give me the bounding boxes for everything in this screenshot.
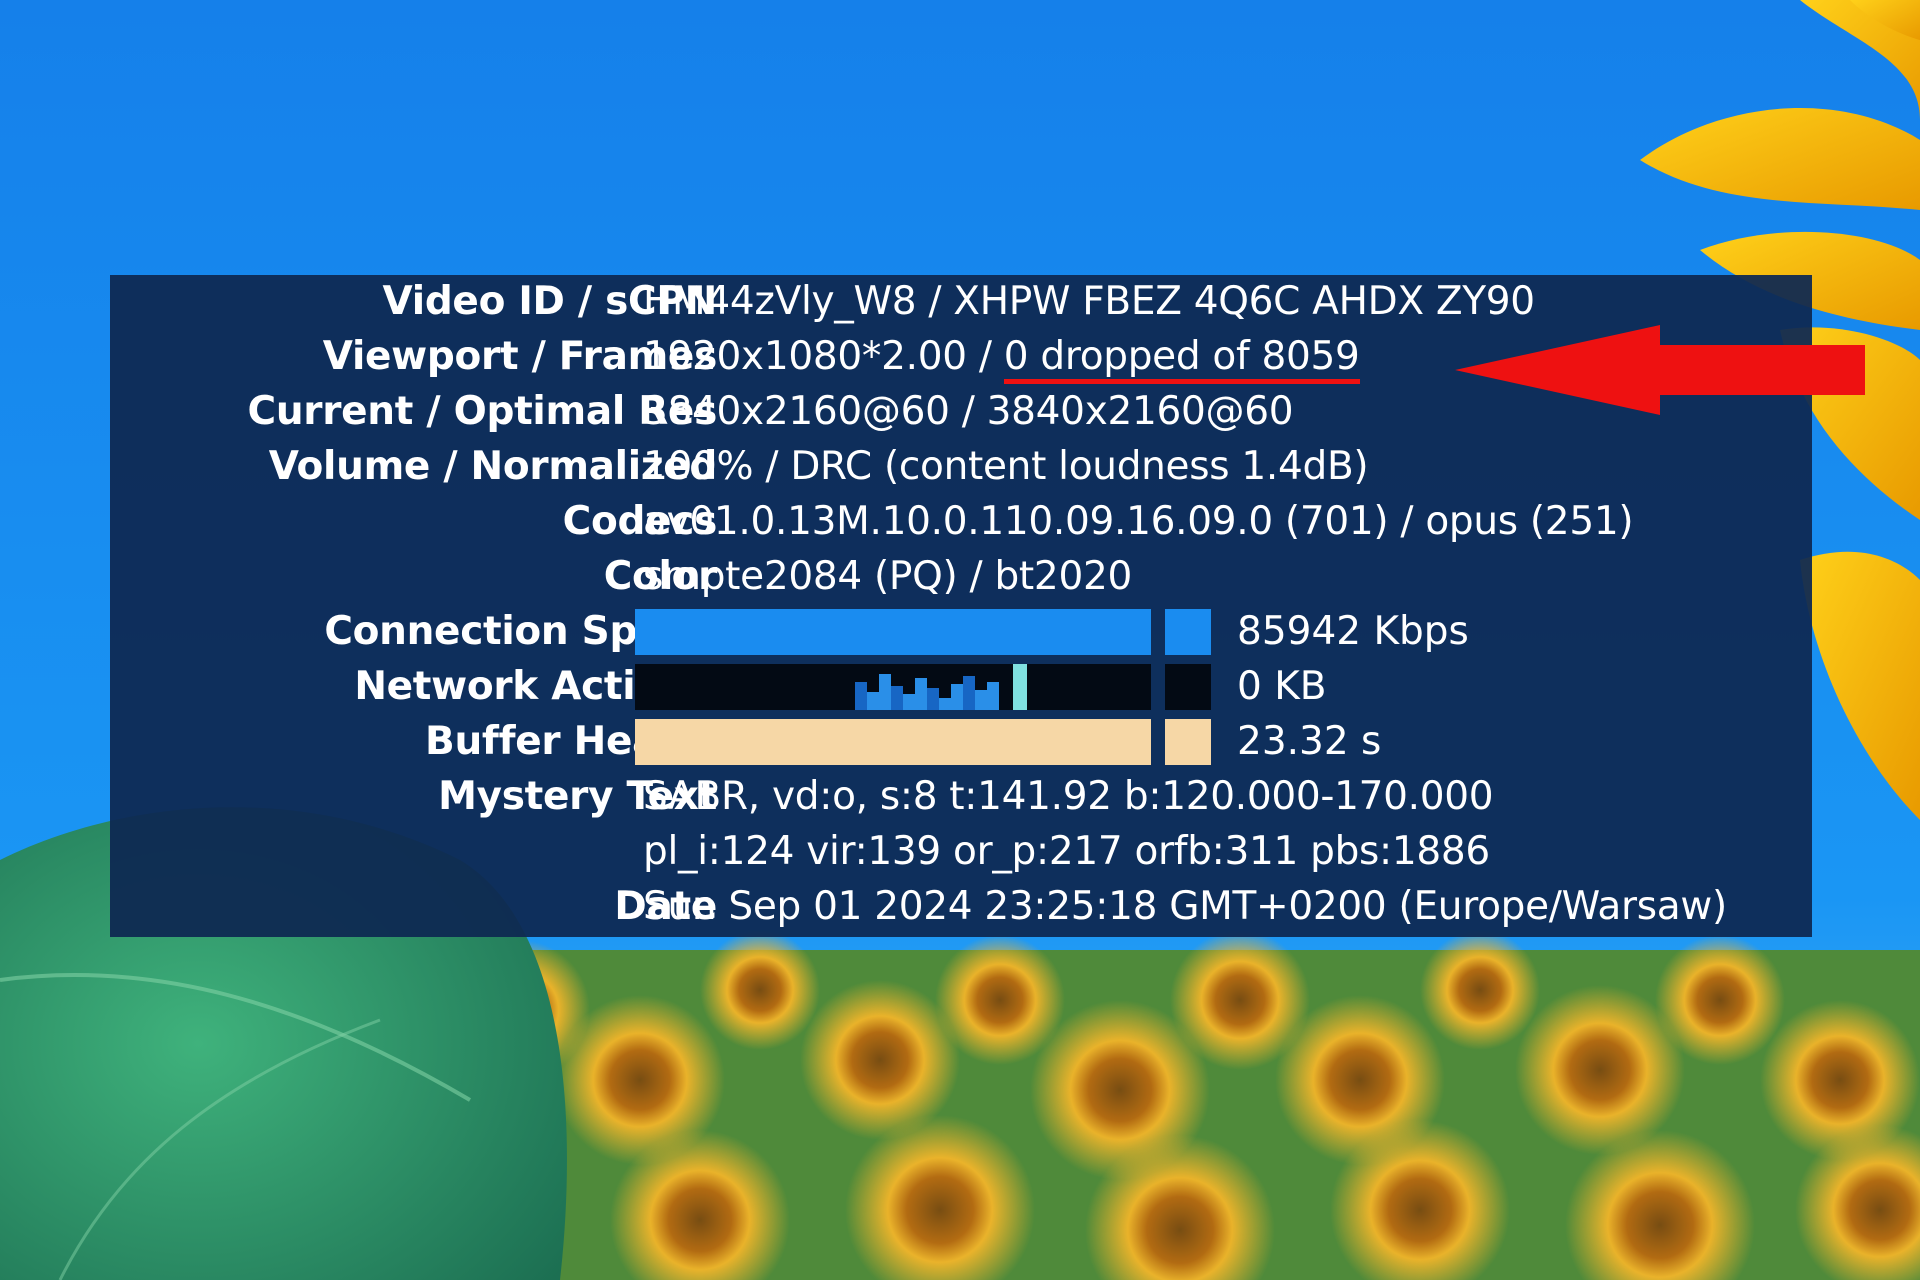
graph-current — [1165, 664, 1211, 710]
stat-value: 100% / DRC (content loudness 1.4dB) — [643, 444, 1369, 489]
stat-row-mystery-text-line-2: pl_i:124 vir:139 or_p:217 orfb:311 pbs:1… — [110, 825, 1812, 879]
buffer-health-graph — [635, 719, 1211, 765]
graph-fill — [635, 609, 1151, 655]
graph-fill — [1165, 719, 1211, 765]
stat-row-codecs: Codecs av01.0.13M.10.0.110.09.16.09.0 (7… — [110, 495, 1812, 549]
stat-row-volume: Volume / Normalized 100% / DRC (content … — [110, 440, 1812, 494]
network-activity-blip — [927, 688, 939, 710]
stat-value: SABR, vd:o, s:8 t:141.92 b:120.000-170.0… — [643, 774, 1494, 819]
stat-label: Network Activity — [354, 664, 717, 709]
network-activity-blip — [879, 674, 891, 710]
stat-row-buffer-health: Buffer Health 23.32 s — [110, 715, 1812, 769]
stat-row-date: Date Sun Sep 01 2024 23:25:18 GMT+0200 (… — [110, 880, 1812, 934]
stat-label: Video ID / sCPN — [382, 279, 718, 324]
stat-label: Buffer Health — [425, 719, 717, 764]
network-activity-blip — [891, 686, 903, 710]
connection-speed-graph — [635, 609, 1211, 655]
viewport-value: 1920x1080*2.00 / — [643, 334, 1004, 379]
network-activity-blip — [1013, 664, 1027, 710]
stat-row-color: Color smpte2084 (PQ) / bt2020 — [110, 550, 1812, 604]
stat-row-viewport-frames: Viewport / Frames 1920x1080*2.00 / 0 dro… — [110, 330, 1812, 384]
stat-label: Viewport / Frames — [322, 334, 718, 379]
graph-fill — [1165, 609, 1211, 655]
network-activity-blip — [915, 678, 927, 710]
stat-label: Codecs — [562, 499, 718, 544]
network-activity-blip — [867, 692, 879, 710]
network-activity-blip — [963, 676, 975, 710]
dropped-frames-value: 0 dropped of 8059 — [1003, 334, 1360, 384]
stat-row-mystery-text: Mystery Text SABR, vd:o, s:8 t:141.92 b:… — [110, 770, 1812, 824]
network-activity-graph — [635, 664, 1211, 710]
stat-row-connection-speed: Connection Speed 85942 Kbps — [110, 605, 1812, 659]
stat-label: Color — [603, 554, 718, 599]
network-activity-value: 0 KB — [1237, 664, 1327, 709]
stat-label: Current / Optimal Res — [247, 389, 718, 434]
stats-for-nerds-panel: Video ID / sCPN HM44zVly_W8 / XHPW FBEZ … — [110, 275, 1812, 937]
graph-history — [635, 719, 1151, 765]
graph-current — [1165, 609, 1211, 655]
stat-label: Date — [614, 884, 717, 929]
connection-speed-value: 85942 Kbps — [1237, 609, 1469, 654]
stat-label: Connection Speed — [324, 609, 717, 654]
graph-history — [635, 609, 1151, 655]
stat-value: 1920x1080*2.00 / 0 dropped of 8059 — [643, 330, 1360, 384]
graph-history — [635, 664, 1151, 710]
stat-value: pl_i:124 vir:139 or_p:217 orfb:311 pbs:1… — [643, 829, 1490, 874]
stat-value: Sun Sep 01 2024 23:25:18 GMT+0200 (Europ… — [643, 884, 1727, 929]
stat-row-network-activity: Network Activity 0 KB — [110, 660, 1812, 714]
stat-value: av01.0.13M.10.0.110.09.16.09.0 (701) / o… — [643, 499, 1634, 544]
network-activity-blip — [903, 694, 915, 710]
network-activity-blip — [939, 698, 951, 710]
stat-label: Volume / Normalized — [268, 444, 718, 489]
network-activity-blip — [855, 682, 867, 710]
stat-value[interactable]: HM44zVly_W8 / XHPW FBEZ 4Q6C AHDX ZY90 — [643, 275, 1535, 329]
stat-value: 3840x2160@60 / 3840x2160@60 — [643, 389, 1294, 434]
graph-current — [1165, 719, 1211, 765]
stat-row-video-id: Video ID / sCPN HM44zVly_W8 / XHPW FBEZ … — [110, 275, 1812, 329]
stat-value: smpte2084 (PQ) / bt2020 — [643, 554, 1132, 599]
graph-fill — [635, 719, 1151, 765]
stat-row-resolution: Current / Optimal Res 3840x2160@60 / 384… — [110, 385, 1812, 439]
buffer-health-value: 23.32 s — [1237, 719, 1382, 764]
network-activity-blip — [975, 690, 987, 710]
stat-label: Mystery Text — [438, 774, 717, 819]
network-activity-blip — [951, 684, 963, 710]
network-activity-blip — [987, 682, 999, 710]
